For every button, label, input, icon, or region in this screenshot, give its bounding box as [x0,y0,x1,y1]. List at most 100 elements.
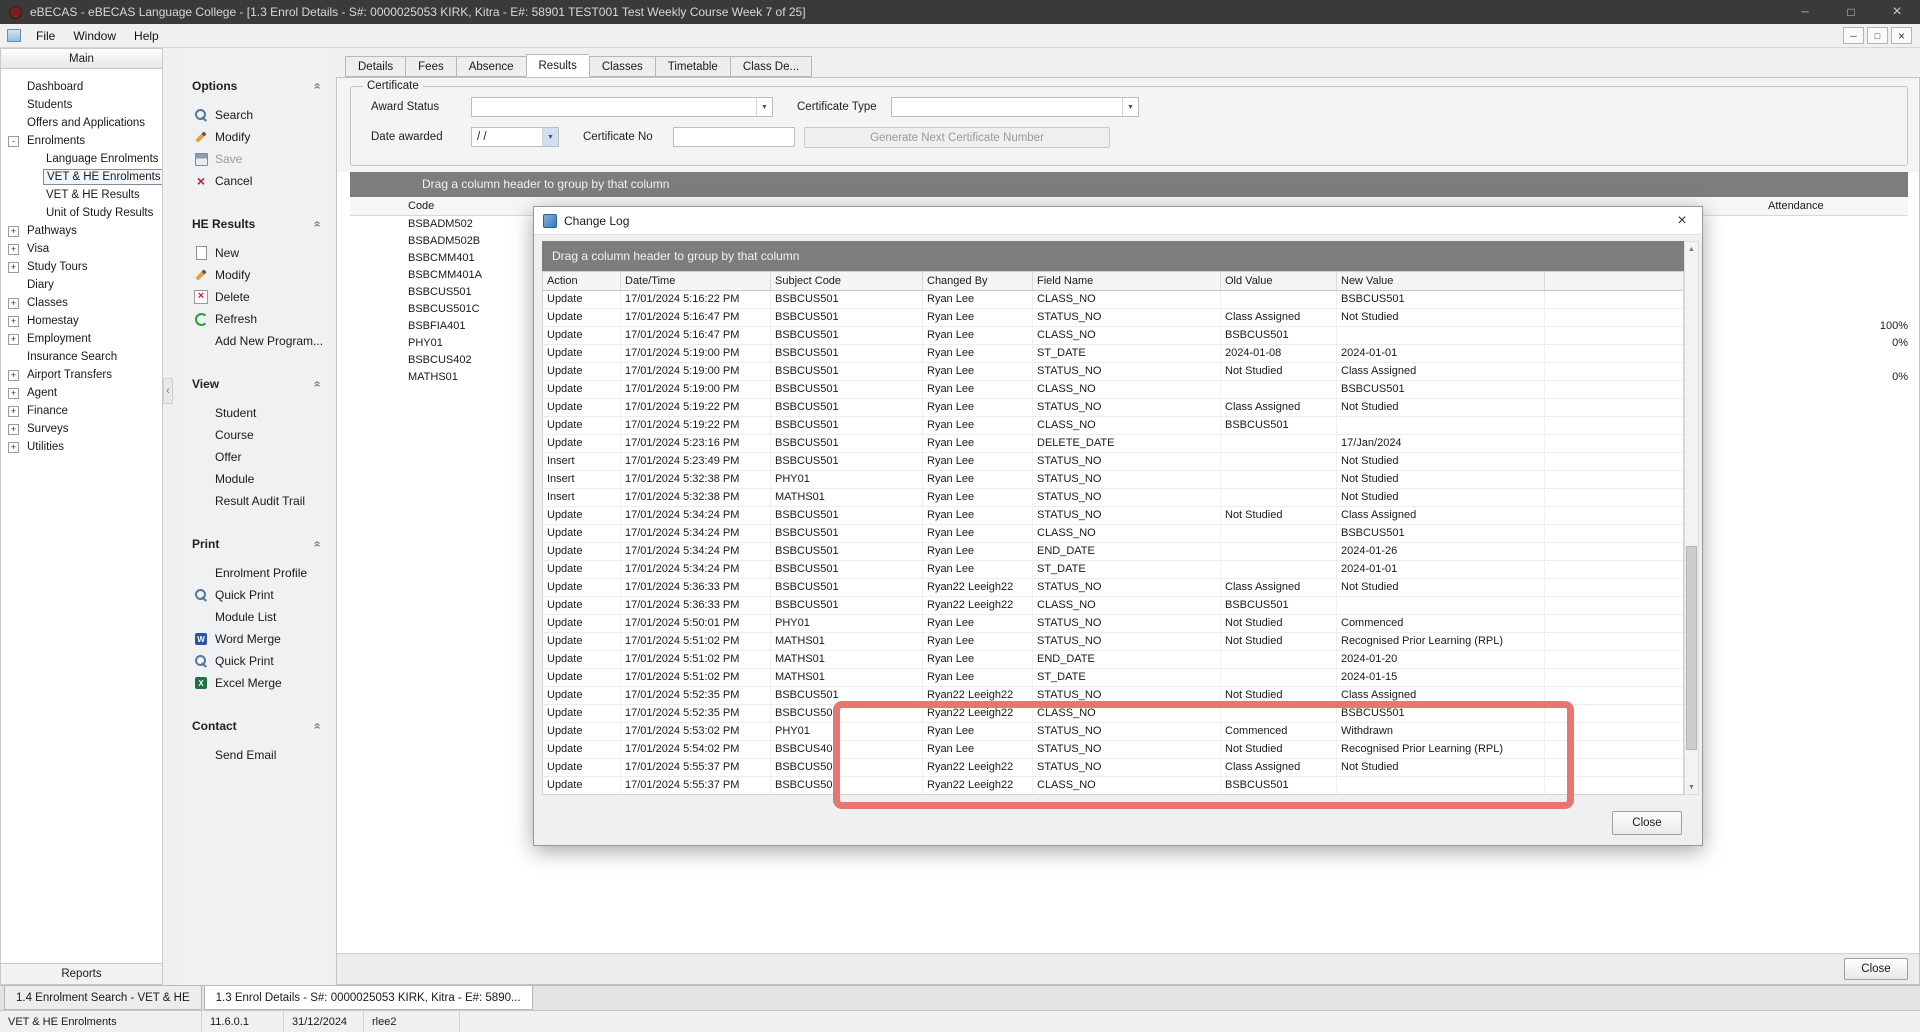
change-log-column-header[interactable]: New Value [1337,272,1545,290]
change-log-column-header[interactable]: Subject Code [771,272,923,290]
open-document-tab[interactable]: 1.4 Enrolment Search - VET & HE [4,986,202,1010]
change-log-row[interactable]: Update 17/01/2024 5:19:22 PM BSBCUS501 R… [543,417,1683,435]
dialog-group-by-hint-bar[interactable]: Drag a column header to group by that co… [542,241,1684,271]
tree-expander-icon[interactable] [8,226,19,237]
change-log-row[interactable]: Update 17/01/2024 5:19:00 PM BSBCUS501 R… [543,363,1683,381]
change-log-column-header[interactable]: Changed By [923,272,1033,290]
nav-tree-item[interactable]: Study Tours [1,258,162,276]
date-awarded-picker[interactable]: / / [471,127,559,147]
dialog-titlebar[interactable]: Change Log [534,207,1702,235]
options-item[interactable]: Send Email [180,744,330,766]
options-item[interactable]: Save [180,148,330,170]
reports-section-button[interactable]: Reports [1,963,162,984]
change-log-row[interactable]: Update 17/01/2024 5:16:22 PM BSBCUS501 R… [543,291,1683,309]
change-log-row[interactable]: Update 17/01/2024 5:54:02 PM BSBCUS402 R… [543,741,1683,759]
dialog-close-button[interactable]: Close [1612,811,1682,835]
change-log-row[interactable]: Update 17/01/2024 5:34:24 PM BSBCUS501 R… [543,543,1683,561]
change-log-row[interactable]: Update 17/01/2024 5:16:47 PM BSBCUS501 R… [543,327,1683,345]
change-log-row[interactable]: Insert 17/01/2024 5:32:38 PM MATHS01 Rya… [543,489,1683,507]
dropdown-arrow-icon[interactable] [756,98,772,116]
scroll-up-icon[interactable] [1685,242,1698,256]
options-item[interactable]: Quick Print [180,650,330,672]
nav-tree-item[interactable]: Language Enrolments [1,150,162,168]
change-log-row[interactable]: Update 17/01/2024 5:52:35 PM BSBCUS501 R… [543,687,1683,705]
options-item[interactable]: Offer [180,446,330,468]
tree-expander-icon[interactable] [8,262,19,273]
options-item[interactable]: Excel Merge [180,672,330,694]
nav-tree-item[interactable]: Classes [1,294,162,312]
tree-expander-icon[interactable] [8,388,19,399]
award-status-dropdown[interactable] [471,97,773,117]
change-log-row[interactable]: Update 17/01/2024 5:55:37 PM BSBCUS501 R… [543,777,1683,795]
change-log-column-header[interactable]: Old Value [1221,272,1337,290]
options-item[interactable]: Cancel [180,170,330,192]
nav-tree-item[interactable]: Finance [1,402,162,420]
minimize-button[interactable] [1782,0,1828,24]
options-section-header[interactable]: Options [180,76,330,96]
close-window-button[interactable] [1874,0,1920,24]
change-log-row[interactable]: Update 17/01/2024 5:19:22 PM BSBCUS501 R… [543,399,1683,417]
options-item[interactable]: Add New Program... [180,330,330,352]
attendance-column-header[interactable]: Attendance [1768,197,1824,215]
scrollbar-thumb[interactable] [1686,546,1697,750]
dropdown-arrow-icon[interactable] [1122,98,1138,116]
certificate-no-input[interactable] [673,127,795,147]
mdi-restore-button[interactable] [1867,27,1888,44]
change-log-column-header[interactable]: Date/Time [621,272,771,290]
nav-tree-item[interactable]: Surveys [1,420,162,438]
change-log-row[interactable]: Update 17/01/2024 5:50:01 PM PHY01 Ryan … [543,615,1683,633]
collapse-chevron-icon[interactable] [310,221,324,228]
change-log-row[interactable]: Insert 17/01/2024 5:23:49 PM BSBCUS501 R… [543,453,1683,471]
change-log-row[interactable]: Update 17/01/2024 5:34:24 PM BSBCUS501 R… [543,561,1683,579]
options-item[interactable]: Course [180,424,330,446]
tree-expander-icon[interactable] [8,424,19,435]
record-tab[interactable]: Timetable [655,56,730,77]
tree-expander-icon[interactable] [8,244,19,255]
scroll-down-icon[interactable] [1685,780,1698,794]
nav-tree-item[interactable]: Offers and Applications [1,114,162,132]
change-log-row[interactable]: Update 17/01/2024 5:51:02 PM MATHS01 Rya… [543,633,1683,651]
mdi-minimize-button[interactable] [1843,27,1864,44]
record-tab[interactable]: Class De... [730,56,812,77]
collapse-chevron-icon[interactable] [310,83,324,90]
nav-tree-item[interactable]: VET & HE Enrolments [1,168,162,186]
change-log-row[interactable]: Insert 17/01/2024 5:32:38 PM PHY01 Ryan … [543,471,1683,489]
tree-expander-icon[interactable] [8,406,19,417]
dialog-scrollbar[interactable] [1684,241,1699,795]
collapse-chevron-icon[interactable] [310,723,324,730]
menu-item[interactable]: File [27,24,64,47]
collapse-sidebar-icon[interactable]: ‹ [163,378,173,404]
change-log-row[interactable]: Update 17/01/2024 5:53:02 PM PHY01 Ryan … [543,723,1683,741]
options-item[interactable]: Search [180,104,330,126]
menu-item[interactable]: Help [125,24,168,47]
sidebar-splitter[interactable]: ‹ [163,48,173,985]
collapse-chevron-icon[interactable] [310,381,324,388]
tree-expander-icon[interactable] [8,316,19,327]
open-document-tab[interactable]: 1.3 Enrol Details - S#: 0000025053 KIRK,… [204,986,533,1010]
record-tab[interactable]: Fees [405,56,456,77]
options-item[interactable]: Student [180,402,330,424]
change-log-row[interactable]: Update 17/01/2024 5:52:35 PM BSBCUS501 R… [543,705,1683,723]
dropdown-arrow-icon[interactable] [542,128,558,146]
options-item[interactable]: Module List [180,606,330,628]
nav-tree-item[interactable]: Insurance Search [1,348,162,366]
group-by-hint-bar[interactable]: Drag a column header to group by that co… [350,172,1908,197]
nav-tree-item[interactable]: Utilities [1,438,162,456]
change-log-column-header[interactable]: Field Name [1033,272,1221,290]
options-item[interactable]: Modify [180,264,330,286]
options-section-header[interactable]: HE Results [180,214,330,234]
nav-tree-item[interactable]: Diary [1,276,162,294]
nav-tree-item[interactable]: Unit of Study Results [1,204,162,222]
panel-close-button[interactable]: Close [1844,958,1908,980]
certificate-type-dropdown[interactable] [891,97,1139,117]
change-log-column-header[interactable]: Action [543,272,621,290]
options-item[interactable]: Modify [180,126,330,148]
nav-tree-item[interactable]: Visa [1,240,162,258]
record-tab[interactable]: Absence [456,56,526,77]
maximize-button[interactable] [1828,0,1874,24]
change-log-row[interactable]: Update 17/01/2024 5:51:02 PM MATHS01 Rya… [543,651,1683,669]
options-item[interactable]: New [180,242,330,264]
nav-tree-item[interactable]: Students [1,96,162,114]
mdi-close-button[interactable] [1891,27,1912,44]
change-log-row[interactable]: Update 17/01/2024 5:34:24 PM BSBCUS501 R… [543,525,1683,543]
